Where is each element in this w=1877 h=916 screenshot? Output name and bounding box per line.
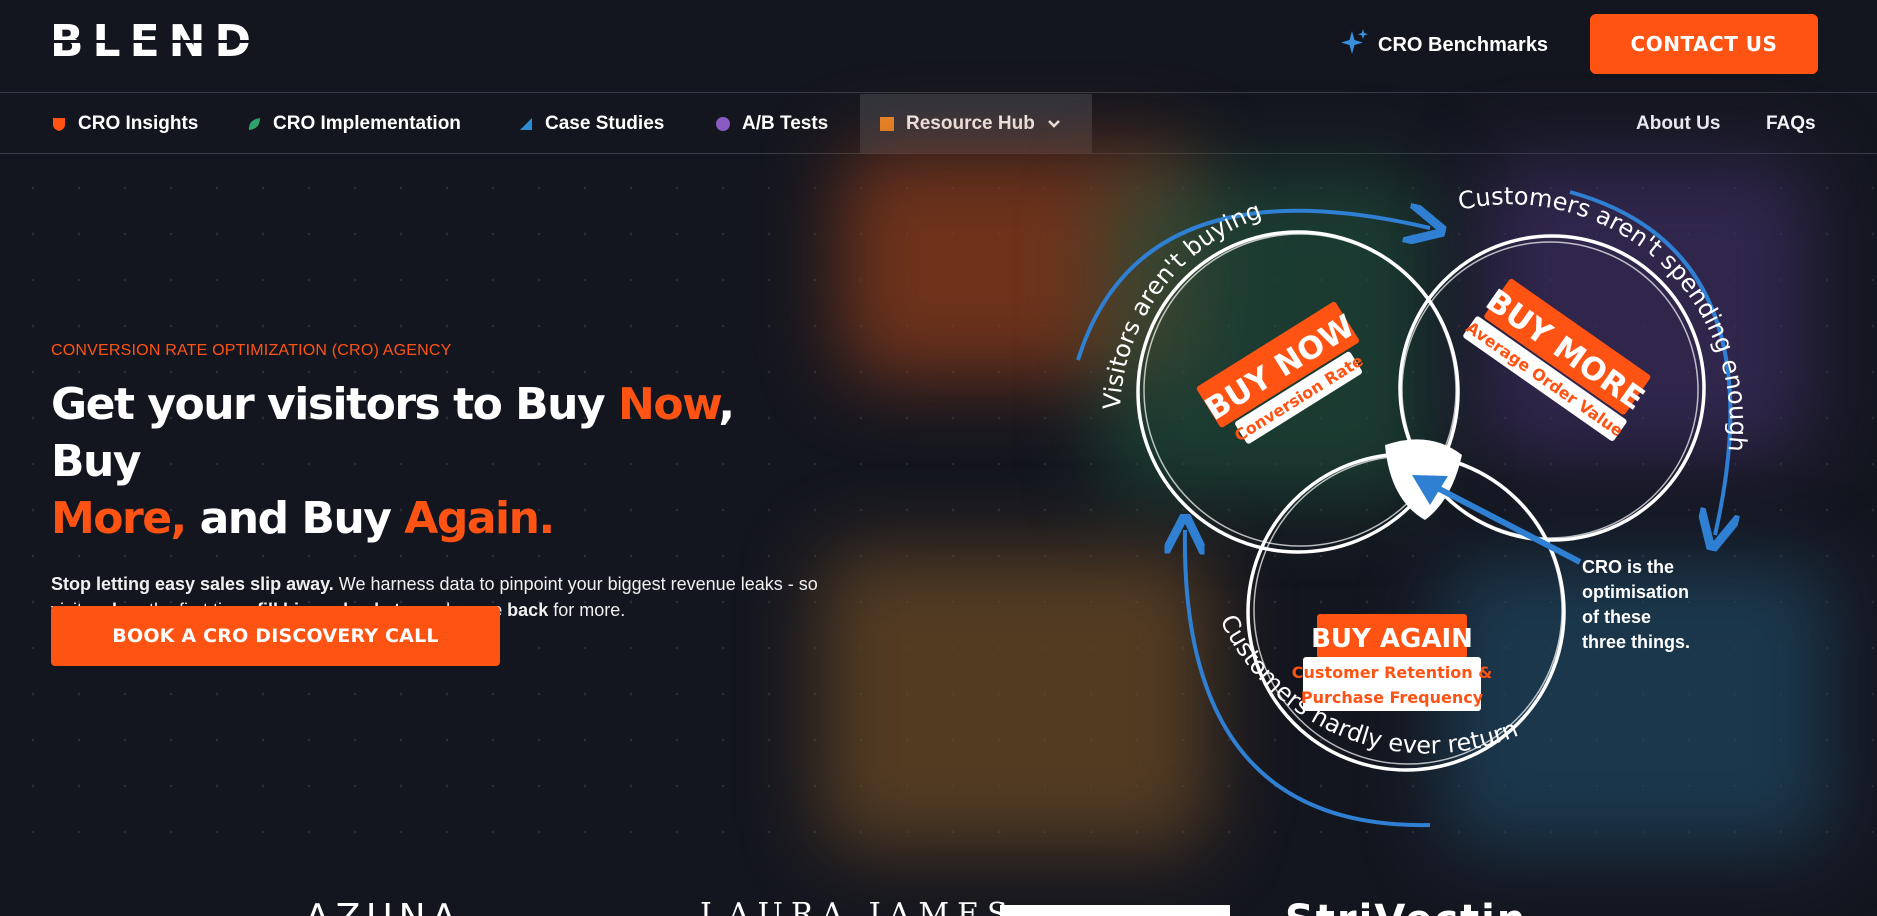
cro-benchmarks-link[interactable]: CRO Benchmarks xyxy=(1340,27,1548,63)
logo-stripe xyxy=(50,40,250,43)
buy-again-label: BUY AGAIN Customer Retention & Purchase … xyxy=(1292,614,1492,711)
buy-now-label: BUY NOW Conversion Rate xyxy=(1196,301,1367,445)
nav-item-label: Case Studies xyxy=(545,112,665,134)
client-logo-strivectin: StriVectin xyxy=(1285,897,1527,916)
nav-item-about-us[interactable]: About Us xyxy=(1636,94,1720,153)
top-header: BLEND CRO Benchmarks CONTACT US xyxy=(0,0,1877,93)
sparkle-icon xyxy=(1340,27,1370,63)
nav-item-label: FAQs xyxy=(1766,112,1816,134)
shield-icon xyxy=(53,117,65,131)
buy-again-text: BUY AGAIN xyxy=(1311,624,1473,654)
cro-venn-diagram: Visitors aren't buying Customers aren't … xyxy=(1076,182,1752,828)
leaf-icon xyxy=(248,117,260,130)
nav-item-case-studies[interactable]: Case Studies xyxy=(519,94,664,153)
hero-content: CONVERSION RATE OPTIMIZATION (CRO) AGENC… xyxy=(51,330,831,623)
hero-eyebrow: CONVERSION RATE OPTIMIZATION (CRO) AGENC… xyxy=(51,342,452,359)
hero-headline: Get your visitors to Buy Now, Buy More, … xyxy=(51,376,831,547)
cro-note: CRO is the optimisation of these three t… xyxy=(1582,557,1690,652)
nav-item-label: Resource Hub xyxy=(906,112,1035,134)
cta-label: BOOK A CRO DISCOVERY CALL xyxy=(112,625,439,647)
cro-benchmarks-label: CRO Benchmarks xyxy=(1378,33,1549,56)
cro-note-line: CRO is the xyxy=(1582,557,1674,577)
circle-icon xyxy=(716,116,730,131)
chevron-down-icon xyxy=(1047,119,1060,128)
triangle-icon xyxy=(520,117,532,130)
nav-item-faqs[interactable]: FAQs xyxy=(1766,94,1816,153)
blend-logo[interactable]: BLEND xyxy=(50,18,260,66)
square-icon xyxy=(880,116,894,131)
nav-item-label: A/B Tests xyxy=(742,112,829,134)
buy-more-label: BUY MORE Average Order Value xyxy=(1463,278,1651,441)
headline-part: and Buy xyxy=(185,493,405,544)
client-logo-azuna: AZUNA xyxy=(305,897,462,916)
client-logos-strip: AZUNA LAURA JAMES StriVectin xyxy=(0,895,1877,916)
book-discovery-call-button[interactable]: BOOK A CRO DISCOVERY CALL xyxy=(51,606,500,666)
client-logo-graphic xyxy=(1000,905,1230,916)
nav-item-cro-insights[interactable]: CRO Insights xyxy=(52,94,198,153)
nav-item-resource-hub[interactable]: Resource Hub xyxy=(860,94,1092,153)
headline-accent-now: Now xyxy=(618,379,720,430)
desc-text: for more. xyxy=(548,600,626,620)
pointer-arrow xyxy=(1420,477,1582,565)
headline-accent-again: Again. xyxy=(404,493,555,544)
buy-again-sub1: Customer Retention & xyxy=(1292,663,1492,682)
nav-item-label: About Us xyxy=(1636,112,1721,134)
nav-item-ab-tests[interactable]: A/B Tests xyxy=(716,94,828,153)
cro-note-line: optimisation xyxy=(1582,582,1689,602)
main-nav: CRO Insights CRO Implementation Case Stu… xyxy=(0,94,1877,154)
cro-note-line: of these xyxy=(1582,607,1651,627)
contact-us-label: CONTACT US xyxy=(1630,32,1778,56)
nav-item-label: CRO Insights xyxy=(78,112,199,134)
cro-note-line: three things. xyxy=(1582,632,1690,652)
nav-item-label: CRO Implementation xyxy=(273,112,461,134)
headline-accent-more: More, xyxy=(51,493,187,544)
desc-bold: Stop letting easy sales slip away. xyxy=(51,574,334,594)
client-logo-laura-james: LAURA JAMES xyxy=(700,897,1016,916)
nav-item-cro-implementation[interactable]: CRO Implementation xyxy=(247,94,461,153)
contact-us-button[interactable]: CONTACT US xyxy=(1590,14,1818,74)
buy-again-sub2: Purchase Frequency xyxy=(1301,688,1484,707)
headline-part: Get your visitors to Buy xyxy=(51,379,619,430)
